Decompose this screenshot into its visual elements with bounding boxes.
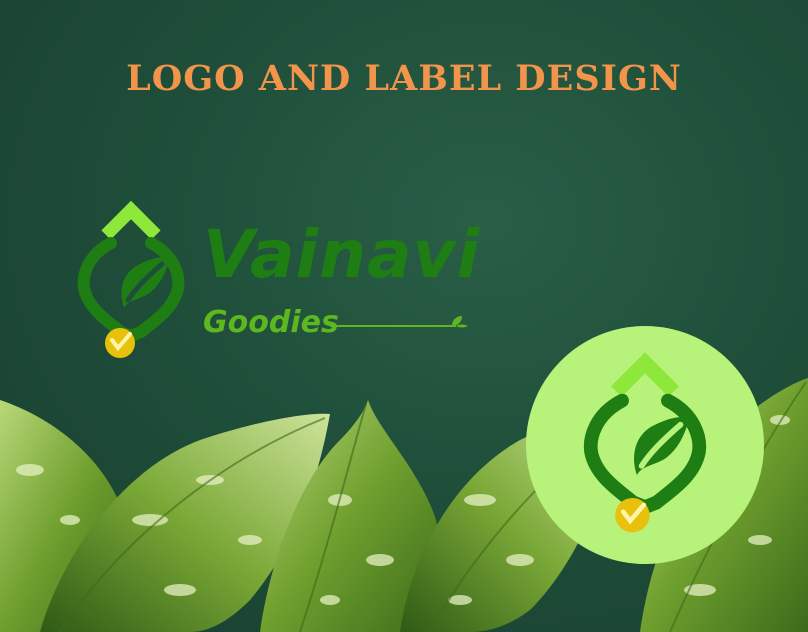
leaf-seed-logo-icon xyxy=(583,352,707,533)
logo-badge xyxy=(526,326,764,564)
